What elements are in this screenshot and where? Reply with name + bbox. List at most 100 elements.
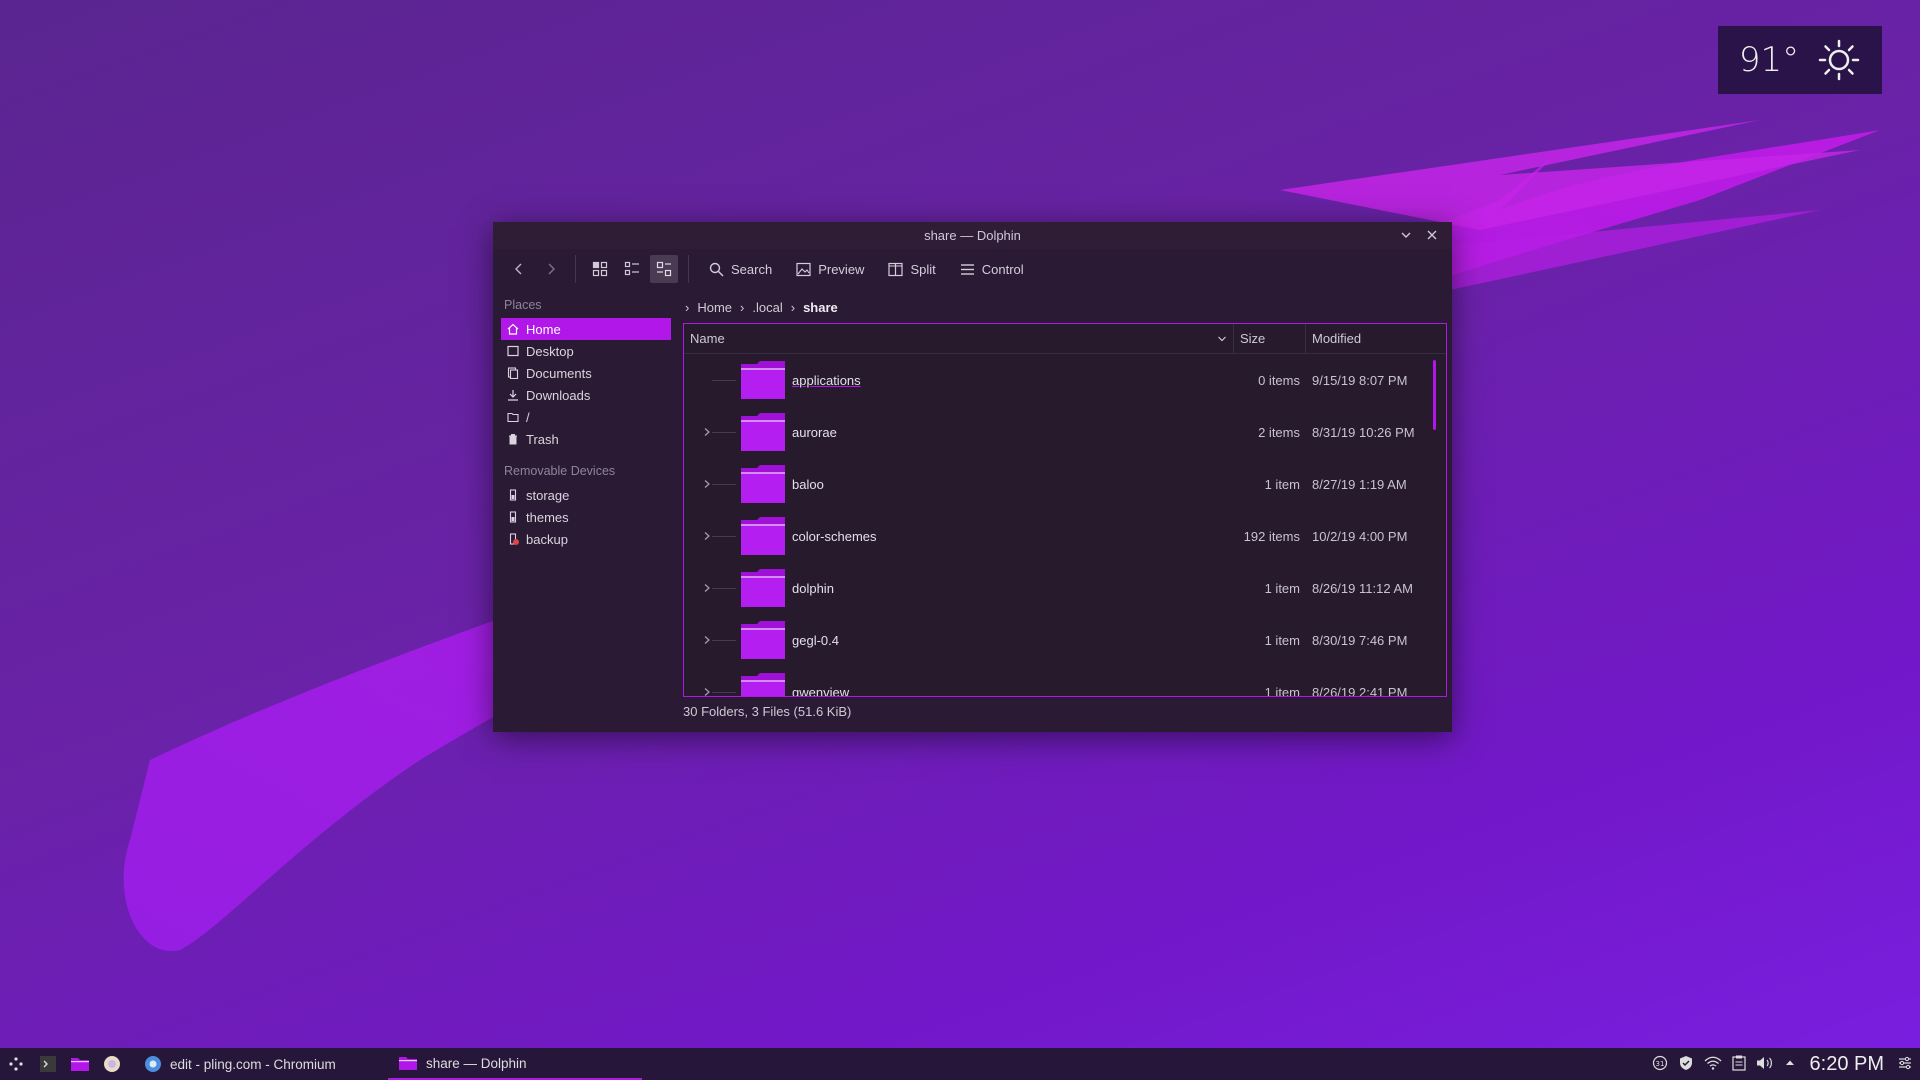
control-label: Control [981, 261, 1024, 277]
file-name: gegl-0.4 [792, 632, 839, 648]
tree-line [712, 640, 736, 641]
search-button[interactable]: Search [699, 255, 782, 283]
folder-icon [507, 411, 519, 423]
table-row[interactable]: gwenview 1 item 8/26/19 2:41 PM [684, 666, 1446, 697]
arrow-left-icon [515, 263, 522, 275]
launcher-icon [9, 1057, 23, 1071]
places-header: Places [504, 298, 542, 312]
close-icon [1427, 230, 1437, 240]
panel-settings-icon[interactable] [1898, 1056, 1912, 1073]
compact-view-button[interactable] [618, 255, 646, 283]
clock[interactable]: 6:20 PM [1810, 1053, 1884, 1076]
file-size: 2 items [1258, 424, 1300, 440]
search-label: Search [731, 261, 773, 277]
close-button[interactable] [1424, 227, 1440, 243]
file-modified: 8/27/19 1:19 AM [1312, 476, 1407, 492]
task-chromium[interactable]: edit - pling.com - Chromium [134, 1048, 388, 1080]
title-bar[interactable]: share — Dolphin [493, 222, 1452, 249]
documents-icon [507, 367, 519, 379]
places-item-home[interactable]: Home [501, 318, 671, 340]
table-row[interactable]: dolphin 1 item 8/26/19 11:12 AM [684, 562, 1446, 614]
file-name: aurorae [792, 424, 837, 440]
browser-launcher[interactable] [96, 1048, 128, 1080]
terminal-icon [40, 1056, 56, 1072]
download-icon [507, 389, 519, 401]
dolphin-launcher[interactable] [64, 1048, 96, 1080]
folder-icon [741, 465, 785, 503]
places-item-root[interactable]: / [501, 406, 671, 428]
tree-line [712, 588, 736, 589]
places-item-documents[interactable]: Documents [501, 362, 671, 384]
chevron-right-icon [704, 688, 710, 696]
icons-view-button[interactable] [586, 255, 614, 283]
file-name: color-schemes [792, 528, 877, 544]
chevron-right-icon: › [740, 299, 745, 315]
chevron-right-icon [704, 584, 710, 592]
taskbar: edit - pling.com - Chromium share — Dolp… [0, 1048, 1920, 1080]
control-menu-button[interactable]: Control [950, 255, 1034, 283]
table-row[interactable]: applications 0 items 9/15/19 8:07 PM [684, 354, 1446, 406]
chevron-down-icon [1401, 232, 1411, 238]
device-item-storage[interactable]: storage [501, 484, 671, 506]
places-item-desktop[interactable]: Desktop [501, 340, 671, 362]
table-row[interactable]: baloo 1 item 8/27/19 1:19 AM [684, 458, 1446, 510]
system-tray: 31 6:20 PM [1652, 1048, 1912, 1080]
status-bar: 30 Folders, 3 Files (51.6 KiB) [683, 704, 852, 719]
device-item-themes[interactable]: themes [501, 506, 671, 528]
minimize-button[interactable] [1398, 227, 1414, 243]
task-label: share — Dolphin [426, 1055, 527, 1071]
device-item-backup[interactable]: backup [501, 528, 671, 550]
places-item-trash[interactable]: Trash [501, 428, 671, 450]
volume-icon[interactable] [1756, 1055, 1774, 1074]
table-row[interactable]: aurorae 2 items 8/31/19 10:26 PM [684, 406, 1446, 458]
chevron-right-icon [704, 532, 710, 540]
breadcrumb-item-local[interactable]: .local [752, 300, 782, 315]
clipboard-icon[interactable] [1731, 1055, 1746, 1074]
terminal-launcher[interactable] [32, 1048, 64, 1080]
places-item-downloads[interactable]: Downloads [501, 384, 671, 406]
file-modified: 9/15/19 8:07 PM [1312, 372, 1408, 388]
application-launcher-button[interactable] [0, 1048, 32, 1080]
tree-line [712, 536, 736, 537]
tray-expand-icon[interactable] [1784, 1057, 1796, 1072]
tree-line [712, 484, 736, 485]
chevron-right-icon [704, 428, 710, 436]
arrow-right-icon [548, 263, 555, 275]
name-column-header[interactable]: Name [684, 324, 1234, 353]
breadcrumb-item-share[interactable]: share [803, 300, 838, 315]
preview-button[interactable]: Preview [786, 255, 874, 283]
desktop-icon [507, 345, 519, 357]
back-button[interactable] [505, 255, 533, 283]
places-item-label: Downloads [526, 387, 591, 403]
folder-icon [741, 517, 785, 555]
file-modified: 8/26/19 2:41 PM [1312, 684, 1408, 697]
weather-widget[interactable]: 91° [1718, 26, 1882, 94]
file-modified: 8/31/19 10:26 PM [1312, 424, 1415, 440]
file-size: 0 items [1258, 372, 1300, 388]
size-column-header[interactable]: Size [1234, 324, 1306, 353]
table-row[interactable]: color-schemes 192 items 10/2/19 4:00 PM [684, 510, 1446, 562]
table-row[interactable]: gegl-0.4 1 item 8/30/19 7:46 PM [684, 614, 1446, 666]
calendar-icon[interactable]: 31 [1652, 1055, 1668, 1074]
forward-button[interactable] [537, 255, 565, 283]
scrollbar[interactable] [1433, 360, 1436, 430]
drive-icon [507, 489, 519, 501]
modified-column-header[interactable]: Modified [1306, 324, 1426, 353]
task-dolphin[interactable]: share — Dolphin [388, 1048, 642, 1080]
sun-icon [1818, 39, 1860, 81]
temperature-label: 91° [1738, 40, 1800, 80]
window-title: share — Dolphin [924, 228, 1021, 243]
split-button[interactable]: Split [878, 255, 945, 283]
device-item-label: themes [526, 509, 569, 525]
breadcrumb-item-home[interactable]: Home [697, 300, 732, 315]
folder-icon [741, 569, 785, 607]
details-view-button[interactable] [650, 255, 678, 283]
chevron-right-icon: › [685, 299, 690, 315]
folder-icon [741, 361, 785, 399]
shield-icon[interactable] [1678, 1055, 1694, 1074]
file-list-view[interactable]: Name Size Modified applications 0 items … [683, 323, 1447, 697]
wifi-icon[interactable] [1704, 1055, 1722, 1074]
places-item-label: Desktop [526, 343, 574, 359]
tree-line [712, 380, 736, 381]
file-rows: applications 0 items 9/15/19 8:07 PM aur… [684, 354, 1446, 697]
